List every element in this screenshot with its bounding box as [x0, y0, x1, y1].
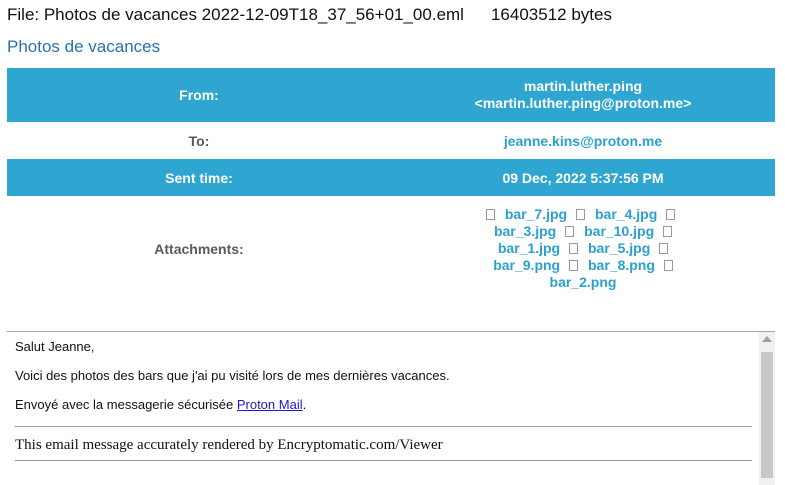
- attachment-link[interactable]: bar_1.jpg: [498, 240, 560, 256]
- to-row: To: jeanne.kins@proton.me: [7, 122, 775, 159]
- from-label: From:: [7, 68, 391, 122]
- signature-text: Envoyé avec la messagerie sécurisée: [15, 397, 237, 412]
- attachments-label: Attachments:: [7, 196, 391, 301]
- scroll-up-arrow-icon[interactable]: [762, 336, 772, 342]
- file-size: 16403512 bytes: [490, 5, 612, 24]
- viewer-footer: This email message accurately rendered b…: [15, 437, 443, 453]
- from-value: martin.luther.ping <martin.luther.ping@p…: [391, 68, 775, 122]
- attachment-row: bar_2.png: [486, 274, 680, 291]
- divider: [15, 460, 752, 461]
- attachment-list: bar_7.jpg bar_4.jpg bar_3.jpg bar_10.jpg…: [485, 206, 680, 291]
- file-icon: [569, 243, 578, 254]
- sent-label: Sent time:: [7, 159, 391, 196]
- vertical-scrollbar[interactable]: [759, 332, 775, 485]
- attachments-row: Attachments: bar_7.jpg bar_4.jpg bar_3.j…: [7, 196, 775, 301]
- proton-mail-link[interactable]: Proton Mail: [237, 397, 303, 412]
- file-info: File: Photos de vacances 2022-12-09T18_3…: [7, 5, 612, 25]
- attachment-row: bar_1.jpg bar_5.jpg: [486, 240, 680, 257]
- attachment-link[interactable]: bar_7.jpg: [505, 206, 567, 222]
- message-body-frame[interactable]: Salut Jeanne, Voici des photos des bars …: [7, 331, 775, 485]
- file-name: File: Photos de vacances 2022-12-09T18_3…: [7, 5, 464, 24]
- scroll-thumb[interactable]: [761, 352, 773, 478]
- email-header-table: From: martin.luther.ping <martin.luther.…: [7, 68, 775, 301]
- attachment-row: bar_7.jpg bar_4.jpg: [485, 206, 680, 223]
- file-icon: [663, 226, 673, 237]
- from-email[interactable]: <martin.luther.ping@proton.me>: [475, 95, 692, 111]
- attachment-link[interactable]: bar_8.png: [588, 257, 655, 273]
- attachment-link[interactable]: bar_4.jpg: [595, 206, 657, 222]
- to-value[interactable]: jeanne.kins@proton.me: [391, 122, 775, 159]
- attachment-row: bar_9.png bar_8.png: [486, 257, 680, 274]
- attachment-link[interactable]: bar_9.png: [493, 257, 560, 273]
- body-signature: Envoyé avec la messagerie sécurisée Prot…: [15, 397, 752, 412]
- attachments-value: bar_7.jpg bar_4.jpg bar_3.jpg bar_10.jpg…: [391, 196, 775, 301]
- from-row: From: martin.luther.ping <martin.luther.…: [7, 68, 775, 122]
- message-body: Salut Jeanne, Voici des photos des bars …: [15, 339, 752, 461]
- attachment-link[interactable]: bar_3.jpg: [494, 223, 556, 239]
- from-name[interactable]: martin.luther.ping: [524, 78, 642, 94]
- body-greeting: Salut Jeanne,: [15, 339, 95, 354]
- file-icon: [569, 260, 578, 271]
- attachment-link[interactable]: bar_5.jpg: [588, 240, 650, 256]
- file-icon: [485, 209, 495, 220]
- to-label: To:: [7, 122, 391, 159]
- attachment-link[interactable]: bar_2.png: [550, 274, 617, 290]
- attachment-row: bar_3.jpg bar_10.jpg: [486, 223, 680, 240]
- file-icon: [576, 209, 585, 220]
- sent-value: 09 Dec, 2022 5:37:56 PM: [391, 159, 775, 196]
- email-subject: Photos de vacances: [7, 37, 161, 56]
- sent-row: Sent time: 09 Dec, 2022 5:37:56 PM: [7, 159, 775, 196]
- file-icon: [663, 260, 673, 271]
- signature-suffix: .: [302, 397, 307, 412]
- file-icon: [659, 243, 669, 254]
- body-line: Voici des photos des bars que j'ai pu vi…: [15, 368, 450, 383]
- file-icon: [666, 209, 676, 220]
- file-icon: [565, 226, 575, 237]
- attachment-link[interactable]: bar_10.jpg: [584, 223, 654, 239]
